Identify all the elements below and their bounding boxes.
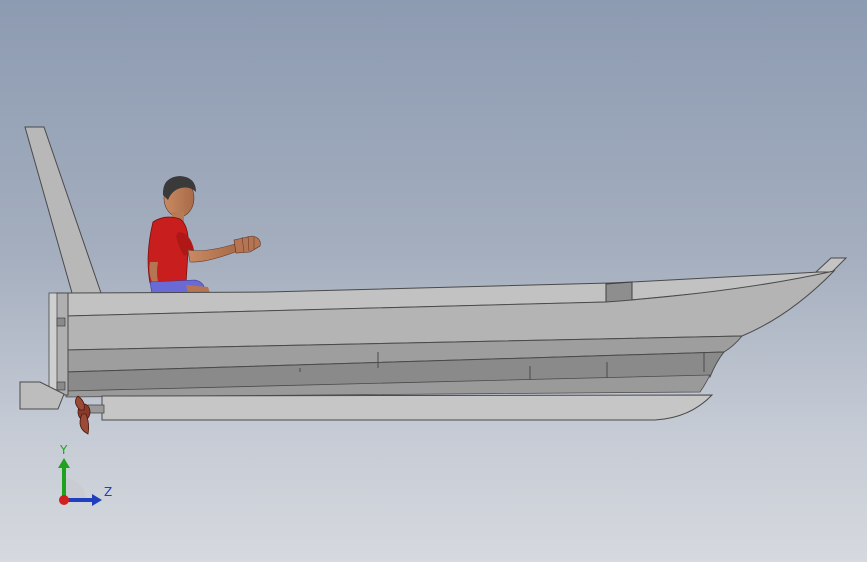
keel-skeg[interactable]: [101, 394, 714, 421]
seated-person[interactable]: [147, 176, 261, 295]
view-orientation-triad[interactable]: Y Z: [40, 438, 130, 518]
propeller[interactable]: [75, 395, 91, 435]
windshield-panel[interactable]: [24, 126, 102, 294]
boat-model-view[interactable]: [0, 0, 867, 562]
graphics-viewport[interactable]: Y Z: [0, 0, 867, 562]
y-axis-label: Y: [59, 443, 68, 457]
z-axis-label: Z: [104, 485, 112, 499]
x-axis-dot: [59, 495, 69, 505]
transom[interactable]: [55, 292, 69, 396]
